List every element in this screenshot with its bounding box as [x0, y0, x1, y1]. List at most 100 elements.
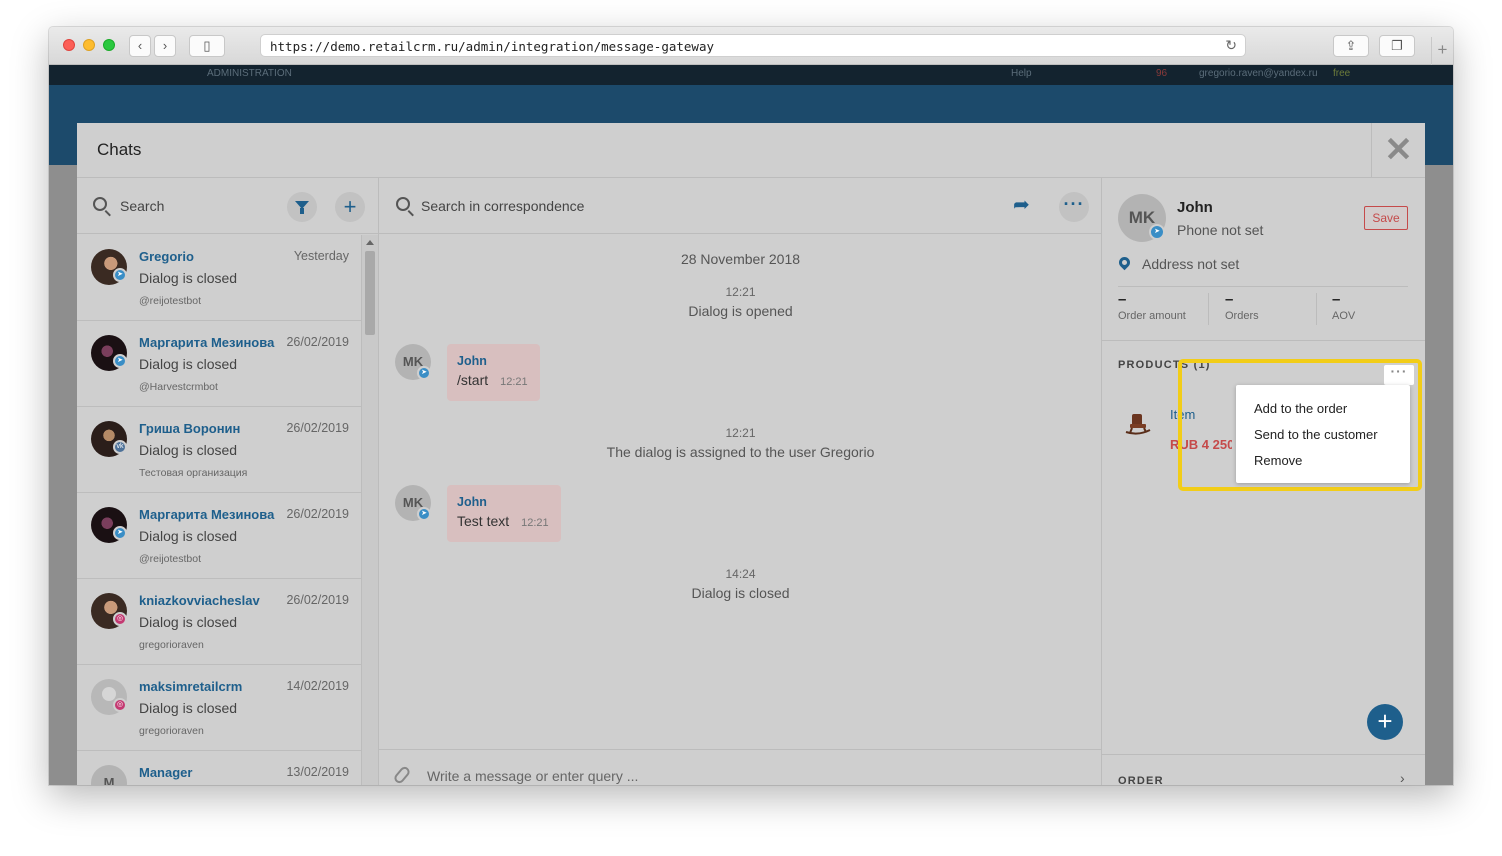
customer-address[interactable]: Address not set: [1142, 256, 1239, 272]
order-section-title[interactable]: ORDER: [1118, 775, 1164, 785]
close-icon[interactable]: ✕: [1371, 123, 1425, 178]
forward-button[interactable]: ›: [154, 35, 176, 57]
message-bubble[interactable]: John /start 12:21: [447, 344, 540, 401]
url-text: https://demo.retailcrm.ru/admin/integrat…: [270, 39, 715, 54]
chat-list-item[interactable]: ➤ Маргарита Мезинова 26/02/2019 Dialog i…: [77, 493, 361, 579]
chat-bot: @Harvestcrmbot: [139, 381, 218, 393]
chat-list-scrollbar[interactable]: [361, 235, 378, 785]
telegram-icon: ➤: [417, 507, 431, 521]
more-options-button[interactable]: ···: [1059, 192, 1089, 222]
chat-date: 26/02/2019: [286, 421, 349, 435]
chat-date: 13/02/2019: [286, 765, 349, 779]
notification-count[interactable]: 96: [1156, 68, 1167, 79]
close-window-button[interactable]: [63, 39, 75, 51]
message-author: John: [457, 495, 487, 509]
chat-bot: Тестовая организация: [139, 467, 248, 479]
save-button[interactable]: Save: [1364, 206, 1408, 230]
message-time: 12:21: [500, 376, 528, 388]
menu-item-remove[interactable]: Remove: [1254, 453, 1302, 468]
customer-name[interactable]: John: [1177, 199, 1213, 216]
chat-name: Маргарита Мезинова: [139, 507, 275, 522]
back-button[interactable]: ‹: [129, 35, 151, 57]
menu-item-send-to-customer[interactable]: Send to the customer: [1254, 427, 1378, 442]
product-context-menu: Add to the order Send to the customer Re…: [1236, 385, 1410, 483]
event-time: 12:21: [725, 285, 756, 299]
instagram-icon: ◎: [113, 612, 127, 626]
stat-label: Order amount: [1118, 310, 1186, 322]
chat-list-item[interactable]: M Manager 13/02/2019 test: [77, 751, 361, 785]
system-event: 14:24 Dialog is closed: [379, 567, 1102, 601]
modal-title: Chats: [97, 140, 142, 159]
menu-item-add-to-order[interactable]: Add to the order: [1254, 401, 1347, 416]
stat-orders: – Orders: [1225, 287, 1259, 329]
chat-status: Dialog is closed: [139, 700, 238, 716]
scroll-up-icon[interactable]: [366, 240, 374, 245]
new-chat-button[interactable]: +: [335, 192, 365, 222]
stat-value: –: [1332, 291, 1341, 308]
chat-status: Dialog is closed: [139, 356, 238, 372]
reload-icon[interactable]: ↻: [1225, 37, 1237, 54]
chat-list-item[interactable]: ◎ maksimretailcrm 14/02/2019 Dialog is c…: [77, 665, 361, 751]
event-text: Dialog is closed: [691, 585, 790, 601]
share-icon[interactable]: ⇪: [1333, 35, 1369, 57]
telegram-icon: ➤: [1149, 224, 1165, 240]
app-topbar: ADMINISTRATION Help 96 gregorio.raven@ya…: [49, 65, 1453, 85]
message-input[interactable]: Write a message or enter query ...: [427, 768, 638, 784]
minimize-window-button[interactable]: [83, 39, 95, 51]
plan-label: free: [1333, 68, 1351, 79]
chat-status: Dialog is closed: [139, 442, 238, 458]
paperclip-icon[interactable]: [392, 764, 412, 785]
event-time: 12:21: [725, 426, 756, 440]
divider: [1102, 340, 1425, 341]
chat-list-item[interactable]: ➤ Маргарита Мезинова 26/02/2019 Dialog i…: [77, 321, 361, 407]
chat-date: 26/02/2019: [286, 593, 349, 607]
system-event: 12:21 Dialog is opened: [379, 285, 1102, 319]
correspondence-search-input[interactable]: Search in correspondence: [421, 198, 584, 214]
event-text: Dialog is opened: [688, 303, 793, 319]
filter-icon: [295, 201, 309, 214]
stat-aov: – AOV: [1332, 287, 1355, 329]
telegram-icon: ➤: [113, 268, 127, 282]
user-email[interactable]: gregorio.raven@yandex.ru: [1199, 68, 1318, 79]
new-tab-button[interactable]: +: [1431, 37, 1453, 65]
message-text: Test text: [457, 513, 510, 529]
help-link[interactable]: Help: [1011, 68, 1032, 79]
chat-list-item[interactable]: vk Гриша Воронин 26/02/2019 Dialog is cl…: [77, 407, 361, 493]
chat-bot: @reijotestbot: [139, 295, 202, 307]
forward-icon[interactable]: ➦: [1013, 192, 1030, 217]
sidebar-toggle-icon[interactable]: ▯: [189, 35, 225, 57]
chat-list-panel: Search + ➤ Gregorio Yesterday Dialog is …: [77, 178, 379, 785]
address-bar[interactable]: https://demo.retailcrm.ru/admin/integrat…: [260, 34, 1246, 57]
divider: [1208, 293, 1209, 325]
chat-date: 26/02/2019: [286, 507, 349, 521]
chat-status: Dialog is closed: [139, 528, 238, 544]
tabs-overview-icon[interactable]: ❐: [1379, 35, 1415, 57]
chat-status: Dialog is closed: [139, 614, 238, 630]
app-section-label: ADMINISTRATION: [207, 68, 292, 79]
filter-button[interactable]: [287, 192, 317, 222]
browser-titlebar: ‹ › ▯ https://demo.retailcrm.ru/admin/in…: [49, 27, 1453, 65]
chat-search-input[interactable]: Search: [120, 198, 164, 214]
chat-list-item[interactable]: ◎ kniazkovviacheslav 26/02/2019 Dialog i…: [77, 579, 361, 665]
chat-name: kniazkovviacheslav: [139, 593, 260, 608]
chat-name: maksimretailcrm: [139, 679, 243, 694]
chat-list-item[interactable]: ➤ Gregorio Yesterday Dialog is closed @r…: [77, 235, 361, 321]
event-time: 14:24: [725, 567, 756, 581]
search-icon: [396, 197, 410, 211]
telegram-icon: ➤: [417, 366, 431, 380]
customer-phone[interactable]: Phone not set: [1177, 222, 1263, 238]
divider: [1102, 754, 1425, 755]
chevron-right-icon[interactable]: ›: [1400, 770, 1405, 785]
scrollbar-thumb[interactable]: [365, 251, 375, 335]
chat-bot: @reijotestbot: [139, 553, 202, 565]
add-button[interactable]: +: [1367, 704, 1403, 740]
message-bubble[interactable]: John Test text 12:21: [447, 485, 561, 542]
product-more-button[interactable]: ···: [1384, 364, 1414, 385]
zoom-window-button[interactable]: [103, 39, 115, 51]
location-pin-icon: [1116, 254, 1133, 271]
chat-bot: gregorioraven: [139, 639, 204, 651]
message-time: 12:21: [521, 517, 549, 529]
divider: [1316, 293, 1317, 325]
stat-value: –: [1118, 291, 1127, 308]
modal-header: Chats ✕: [77, 123, 1425, 178]
